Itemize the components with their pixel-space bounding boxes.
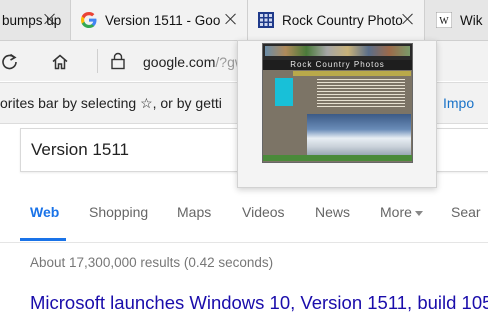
tab-maps[interactable]: Maps [177, 204, 211, 220]
thumbnail-mountain-photo [307, 114, 411, 158]
svg-text:W: W [439, 16, 449, 27]
url-domain: google.com [143, 54, 216, 70]
result-stats: About 17,300,000 results (0.42 seconds) [30, 255, 274, 270]
close-tab-icon[interactable] [402, 13, 414, 25]
import-favorites-link[interactable]: Impo [443, 95, 474, 111]
thumbnail-site-title: Rock Country Photos [263, 60, 412, 70]
tab-news[interactable]: News [315, 204, 350, 220]
tab-label: Rock Country Photo [282, 12, 403, 28]
toolbar-separator [97, 49, 98, 73]
result-title-link[interactable]: Microsoft launches Windows 10, Version 1… [30, 292, 488, 314]
tab-more[interactable]: More [380, 204, 423, 220]
tab-google-search[interactable]: Version 1511 - Goo [70, 0, 248, 40]
tab-more-label: More [380, 204, 412, 220]
chevron-down-icon [414, 210, 423, 216]
tab-bumps-up[interactable]: bumps up [0, 0, 68, 40]
page-thumbnail: Rock Country Photos [262, 43, 413, 163]
tab-strip: bumps up Version 1511 - Goo Rock Country… [0, 0, 488, 41]
tab-preview-popup[interactable]: Rock Country Photos [237, 40, 437, 188]
thumbnail-header [263, 44, 412, 60]
close-tab-icon[interactable] [225, 13, 237, 25]
result-tabs: Web Shopping Maps Videos News More Sear [0, 186, 488, 243]
url-field[interactable]: google.com/?gw [143, 54, 245, 70]
favorites-hint-text: orites bar by selecting ☆, or by getti [0, 95, 222, 111]
tab-videos[interactable]: Videos [242, 204, 285, 220]
active-tab-indicator [20, 238, 66, 241]
grid-favicon-icon [258, 12, 274, 28]
thumbnail-nav-bar [293, 71, 411, 76]
tab-label: Version 1511 - Goo [105, 12, 221, 28]
thumbnail-footer [263, 155, 412, 161]
lock-icon[interactable] [110, 52, 126, 70]
tab-label: Wik [460, 12, 483, 28]
thumbnail-figure-image [275, 78, 293, 106]
tab-wikipedia[interactable]: W Wik [426, 0, 488, 40]
search-query: Version 1511 [31, 140, 129, 159]
close-tab-icon[interactable] [44, 13, 56, 25]
tab-rock-country-photos[interactable]: Rock Country Photo [248, 0, 425, 40]
tab-search-tools[interactable]: Sear [451, 204, 481, 220]
tab-shopping[interactable]: Shopping [89, 204, 148, 220]
thumbnail-text-block [317, 79, 405, 107]
refresh-icon[interactable] [0, 52, 20, 72]
tab-web[interactable]: Web [30, 204, 59, 220]
wikipedia-icon: W [436, 12, 452, 28]
home-icon[interactable] [50, 52, 70, 72]
thumbnail-photo-strip [265, 46, 410, 56]
google-icon [81, 12, 97, 28]
